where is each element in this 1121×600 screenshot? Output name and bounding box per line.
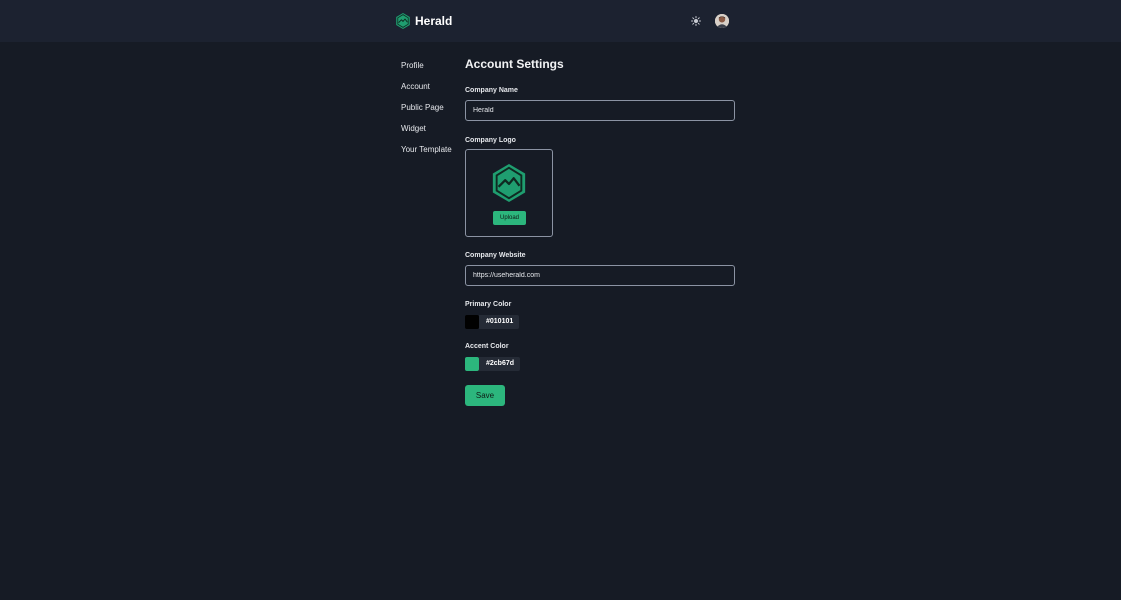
settings-main: Account Settings <box>465 57 735 71</box>
herald-logo-icon <box>396 13 410 29</box>
user-avatar[interactable] <box>715 14 729 28</box>
page-title: Account Settings <box>465 57 564 71</box>
brand[interactable]: Herald <box>395 12 452 30</box>
sidebar-item-account[interactable]: Account <box>401 81 452 102</box>
accent-color-value[interactable]: #2cb67d <box>479 357 521 371</box>
accent-color-picker: #2cb67d <box>465 357 521 371</box>
theme-toggle-button[interactable] <box>688 13 704 29</box>
company-website-input[interactable] <box>465 265 735 286</box>
upload-logo-button[interactable]: Upload <box>493 211 526 225</box>
sidebar-item-public-page[interactable]: Public Page <box>401 102 452 123</box>
top-navbar: Herald <box>0 0 1121 42</box>
primary-color-swatch[interactable] <box>465 315 479 329</box>
sidebar-item-your-template[interactable]: Your Template <box>401 144 452 165</box>
sun-icon <box>691 16 701 26</box>
company-website-label: Company Website <box>465 252 526 259</box>
avatar-image <box>715 14 729 28</box>
company-logo-label: Company Logo <box>465 137 516 144</box>
primary-color-label: Primary Color <box>465 301 512 308</box>
sidebar-item-widget[interactable]: Widget <box>401 123 452 144</box>
company-logo-icon <box>492 164 526 202</box>
primary-color-picker: #010101 <box>465 315 520 329</box>
brand-name: Herald <box>415 14 453 28</box>
company-name-input[interactable] <box>465 100 735 121</box>
company-name-label: Company Name <box>465 87 518 94</box>
sidebar-item-profile[interactable]: Profile <box>401 60 452 81</box>
settings-sidebar: Profile Account Public Page Widget Your … <box>401 60 452 165</box>
accent-color-label: Accent Color <box>465 343 509 350</box>
primary-color-value[interactable]: #010101 <box>479 315 520 329</box>
accent-color-swatch[interactable] <box>465 357 479 371</box>
save-button[interactable]: Save <box>465 385 505 406</box>
company-logo-box: Upload <box>465 149 553 237</box>
